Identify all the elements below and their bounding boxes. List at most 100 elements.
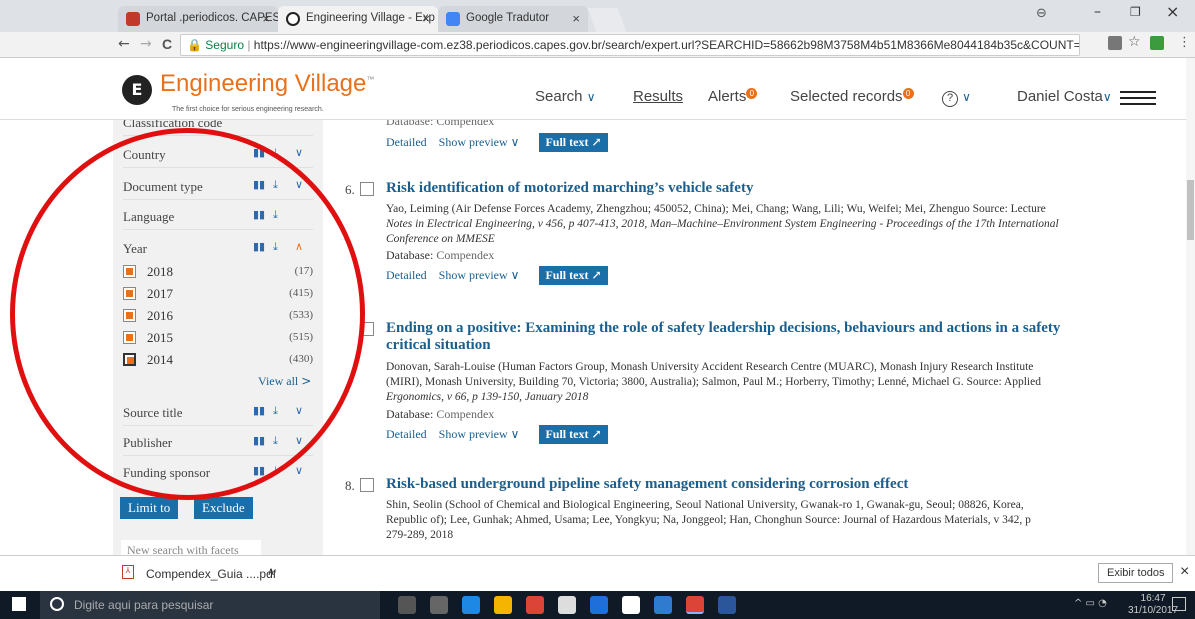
full-text-button[interactable]: Full text ↗ [539, 133, 608, 152]
tab-label: Google Tradutor [466, 12, 550, 24]
extension-icon[interactable] [1150, 36, 1164, 50]
chevron-down-icon[interactable]: ∨ [295, 464, 303, 477]
back-button[interactable]: ← [118, 36, 130, 52]
detailed-link[interactable]: Detailed [386, 135, 427, 149]
source-line: Ergonomics, v 66, p 139-150, January 201… [386, 391, 589, 403]
show-all-downloads-button[interactable]: Exibir todos [1098, 563, 1174, 583]
result-7-actions: Detailed Show preview ∨ Full text ↗ [386, 425, 608, 444]
menu-results[interactable]: Results [633, 88, 683, 105]
authors-line: (MIRI), Monash University, Building 70, … [386, 376, 1041, 388]
menu-selected-label: Selected records [790, 88, 903, 105]
clock[interactable]: 16:47 31/10/2017 [1128, 593, 1178, 617]
word-icon[interactable] [718, 596, 736, 614]
translate-icon[interactable] [1108, 36, 1122, 50]
ev-favicon-icon [286, 12, 300, 26]
result-authors: Shin, Seolin (School of Chemical and Bio… [386, 498, 1176, 543]
file-explorer-icon[interactable] [494, 596, 512, 614]
bookmark-star-icon[interactable]: ☆ [1128, 34, 1141, 50]
menu-search[interactable]: Search ∨ [535, 88, 596, 105]
secure-label: Seguro [205, 38, 244, 52]
app-icon[interactable] [654, 596, 672, 614]
close-tab-icon[interactable]: × [572, 11, 580, 26]
source-line: Conference on MMESE [386, 233, 495, 245]
close-download-bar-icon[interactable]: × [1180, 563, 1189, 581]
detailed-link[interactable]: Detailed [386, 268, 427, 282]
profile-icon[interactable]: ⊖ [1036, 6, 1047, 21]
result-title[interactable]: Risk-based underground pipeline safety m… [386, 476, 908, 493]
preview-label: Show preview [438, 135, 508, 149]
menu-selected-records[interactable]: Selected records 0 [790, 88, 914, 105]
db-line: Database: Compendex [386, 407, 494, 422]
result-checkbox[interactable] [360, 478, 374, 492]
authors-line: Shin, Seolin (School of Chemical and Bio… [386, 499, 1024, 511]
download-filename[interactable]: Compendex_Guia ....pdf [146, 567, 276, 581]
restore-button[interactable]: ❐ [1130, 5, 1141, 19]
detailed-link[interactable]: Detailed [386, 427, 427, 441]
close-window-button[interactable]: × [1166, 2, 1179, 21]
result-title[interactable]: Ending on a positive: Examining the role… [386, 320, 1060, 354]
url-input[interactable]: 🔒 Seguro | https://www-engineeringvillag… [180, 34, 1080, 56]
menu-user[interactable]: Daniel Costa∨ [1017, 88, 1112, 105]
full-text-button[interactable]: Full text ↗ [539, 266, 608, 285]
browser-tab-bar: Portal .periodicos. CAPES × Engineering … [0, 0, 1195, 32]
close-tab-icon[interactable]: × [422, 11, 430, 26]
result-6-actions: Detailed Show preview ∨ Full text ↗ [386, 266, 608, 285]
show-preview-link[interactable]: Show preview ∨ [439, 427, 520, 441]
scrollbar-thumb[interactable] [1187, 180, 1194, 240]
system-tray-icons[interactable]: ^ ▭ ◔ [1074, 598, 1107, 609]
new-search-with-facets[interactable]: New search with facets [121, 540, 261, 555]
taskbar-search[interactable]: Digite aqui para pesquisar [40, 591, 380, 619]
menu-help[interactable]: ? ∨ [942, 88, 971, 107]
taskbar-search-placeholder: Digite aqui para pesquisar [74, 598, 214, 612]
ev-logo-text[interactable]: Engineering Village™ [160, 70, 374, 98]
new-tab-button[interactable] [587, 8, 627, 32]
store-icon[interactable] [558, 596, 576, 614]
firefox-icon[interactable] [590, 596, 608, 614]
reload-button[interactable]: C [162, 36, 172, 52]
home-icon[interactable] [622, 596, 640, 614]
minimize-button[interactable]: – [1094, 4, 1101, 20]
result-authors: Donovan, Sarah-Louise (Human Factors Gro… [386, 360, 1176, 405]
microphone-icon[interactable] [398, 596, 416, 614]
result-number: 8. [345, 478, 355, 493]
address-bar-row: ← → C 🔒 Seguro | https://www-engineering… [0, 32, 1195, 58]
ev-logo-icon[interactable]: E [122, 75, 152, 105]
action-center-icon[interactable] [1172, 597, 1186, 611]
browser-menu-icon[interactable]: ⋮ [1178, 35, 1191, 50]
authors-line: Donovan, Sarah-Louise (Human Factors Gro… [386, 361, 1034, 373]
chevron-down-icon: ∨ [586, 90, 596, 104]
chrome-icon[interactable] [526, 596, 544, 614]
close-tab-icon[interactable]: × [262, 11, 270, 26]
hamburger-menu-icon[interactable] [1120, 91, 1156, 105]
exclude-button[interactable]: Exclude [194, 497, 253, 519]
result-checkbox[interactable] [360, 182, 374, 196]
edge-icon[interactable] [462, 596, 480, 614]
user-name: Daniel Costa [1017, 88, 1103, 105]
tab-google-tradutor[interactable]: Google Tradutor × [438, 6, 588, 32]
authors-line: Yao, Leiming (Air Defense Forces Academy… [386, 203, 1046, 215]
limit-to-button[interactable]: Limit to [120, 497, 179, 519]
selected-badge: 0 [902, 88, 914, 99]
chevron-down-icon[interactable]: ∨ [295, 146, 303, 159]
chevron-up-icon[interactable]: ∧ [267, 565, 275, 578]
chrome-active-icon[interactable] [686, 596, 704, 614]
tab-engineering-village[interactable]: Engineering Village - Exp × [278, 6, 438, 32]
windows-taskbar: Digite aqui para pesquisar ^ ▭ ◔ 16:47 3… [0, 591, 1195, 619]
result-title[interactable]: Risk identification of motorized marchin… [386, 180, 753, 197]
result-5-actions: Detailed Show preview ∨ Full text ↗ [386, 133, 608, 152]
full-text-button[interactable]: Full text ↗ [539, 425, 608, 444]
capes-favicon-icon [126, 12, 140, 26]
task-view-icon[interactable] [430, 596, 448, 614]
show-preview-link[interactable]: Show preview ∨ [439, 268, 520, 282]
tab-capes[interactable]: Portal .periodicos. CAPES × [118, 6, 280, 32]
forward-button[interactable]: → [140, 36, 152, 52]
show-preview-link[interactable]: Show preview ∨ [439, 135, 520, 149]
db-label: Database: [386, 407, 434, 421]
full-text-label: Full text [545, 135, 589, 149]
results-list: Database: Compendex Detailed Show previe… [340, 120, 1185, 555]
alerts-badge: 0 [746, 88, 758, 99]
windows-start-icon[interactable] [12, 597, 26, 611]
page-scrollbar[interactable] [1186, 58, 1195, 555]
authors-line: Republic of); Lee, Gunhak; Ahmed, Usama;… [386, 514, 1031, 526]
menu-alerts[interactable]: Alerts 0 [708, 88, 758, 105]
